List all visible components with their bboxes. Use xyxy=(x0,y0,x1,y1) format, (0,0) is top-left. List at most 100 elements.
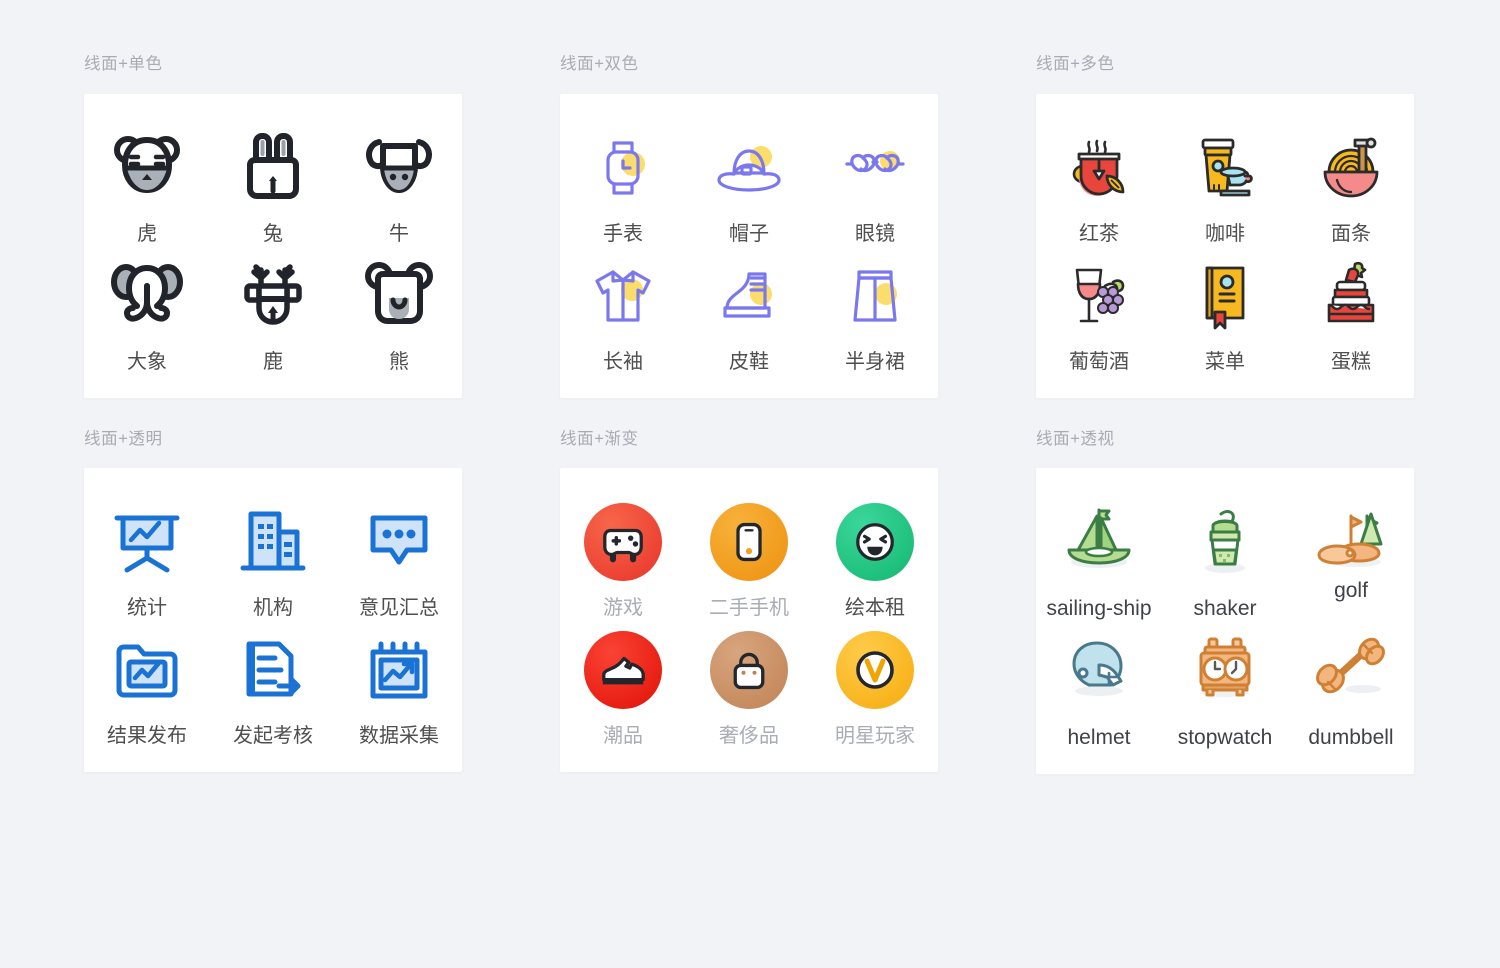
icon-card-transparent: 统计 机构 意见汇总 结果发布 发起考核 数据采集 xyxy=(84,468,462,772)
luxury-bag-icon xyxy=(710,618,788,722)
icon-card-gradient: 游戏 二手手机 绘本租 潮品 奢侈品 明星玩家 xyxy=(560,468,938,772)
icon-label: 帽子 xyxy=(729,222,769,245)
icon-label: 发起考核 xyxy=(233,725,313,747)
icon-cell-data-collect[interactable]: 数据采集 xyxy=(336,618,462,746)
icon-cell-feedback-summary[interactable]: 意见汇总 xyxy=(336,490,462,618)
section-label-monochrome: 线面+单色 xyxy=(84,55,163,73)
shirt-icon xyxy=(583,244,663,348)
dumbbell-icon xyxy=(1309,619,1393,723)
icon-label: 熊 xyxy=(389,350,409,373)
icon-label: 兔 xyxy=(263,222,283,245)
phone-icon xyxy=(710,490,788,594)
icon-label: 红茶 xyxy=(1079,222,1119,245)
icon-label: 潮品 xyxy=(603,725,643,747)
icon-label: 结果发布 xyxy=(107,725,187,747)
icon-label: 葡萄酒 xyxy=(1069,350,1129,373)
icon-cell-glasses[interactable]: 眼镜 xyxy=(812,116,938,244)
icon-label: 游戏 xyxy=(603,597,643,619)
icon-label: helmet xyxy=(1067,726,1131,749)
icon-cell-second-hand-phone[interactable]: 二手手机 xyxy=(686,490,812,618)
icon-cell-ox[interactable]: 牛 xyxy=(336,116,462,244)
icon-cell-organization[interactable]: 机构 xyxy=(210,490,336,618)
section-multicolor: 线面+多色 红茶 咖啡 面条 葡萄酒 菜单 蛋糕 xyxy=(1036,56,1414,398)
icon-label: 手表 xyxy=(603,222,643,245)
icon-cell-deer[interactable]: 鹿 xyxy=(210,244,336,372)
icon-cell-tiger[interactable]: 虎 xyxy=(84,116,210,244)
icon-cell-dumbbell[interactable]: dumbbell xyxy=(1288,619,1414,748)
icon-cell-golf[interactable]: golf xyxy=(1288,490,1414,619)
icon-cell-hat[interactable]: 帽子 xyxy=(686,116,812,244)
icon-style-board: 线面+单色 虎 兔 牛 大象 鹿 熊 线面+双色 手表 帽子 眼镜 长袖 皮鞋 … xyxy=(0,0,1500,968)
icon-cell-elephant[interactable]: 大象 xyxy=(84,244,210,372)
icon-label: 面条 xyxy=(1331,222,1371,245)
icon-cell-shirt[interactable]: 长袖 xyxy=(560,244,686,372)
section-gradient: 线面+渐变 游戏 二手手机 绘本租 潮品 奢侈品 明星玩家 xyxy=(560,429,938,775)
gamepad-icon xyxy=(584,490,662,594)
section-label-multicolor: 线面+多色 xyxy=(1036,55,1115,73)
cake-icon xyxy=(1311,244,1391,348)
icon-cell-stopwatch[interactable]: stopwatch xyxy=(1162,619,1288,748)
icon-label: 二手手机 xyxy=(709,597,789,619)
section-label-two-tone: 线面+双色 xyxy=(560,55,639,73)
watch-icon xyxy=(583,116,663,220)
icon-label: dumbbell xyxy=(1308,726,1394,749)
bear-icon xyxy=(359,244,439,348)
icon-label: 意见汇总 xyxy=(359,597,439,619)
coffee-icon xyxy=(1185,116,1265,220)
section-label-transparent: 线面+透明 xyxy=(84,429,163,448)
icon-label: 绘本租 xyxy=(845,597,905,619)
section-perspective: 线面+透视 sailing-ship shaker golf helmet st… xyxy=(1036,429,1414,774)
icon-cell-skirt[interactable]: 半身裙 xyxy=(812,244,938,372)
icon-label: 眼镜 xyxy=(855,222,895,245)
ox-icon xyxy=(359,116,439,220)
icon-label: 统计 xyxy=(127,597,167,619)
icon-label: 鹿 xyxy=(263,350,283,373)
section-two-tone: 线面+双色 手表 帽子 眼镜 长袖 皮鞋 半身裙 xyxy=(560,56,938,398)
icon-cell-luxury[interactable]: 奢侈品 xyxy=(686,618,812,746)
icon-cell-rabbit[interactable]: 兔 xyxy=(210,116,336,244)
icon-cell-black-tea[interactable]: 红茶 xyxy=(1036,116,1162,244)
icon-cell-wine[interactable]: 葡萄酒 xyxy=(1036,244,1162,372)
icon-cell-sailing-ship[interactable]: sailing-ship xyxy=(1036,490,1162,619)
boot-icon xyxy=(709,244,789,348)
feedback-summary-icon xyxy=(359,490,439,594)
icon-cell-noodles[interactable]: 面条 xyxy=(1288,116,1414,244)
icon-cell-shaker[interactable]: shaker xyxy=(1162,490,1288,619)
icon-cell-trendy-goods[interactable]: 潮品 xyxy=(560,618,686,746)
icon-card-multicolor: 红茶 咖啡 面条 葡萄酒 菜单 蛋糕 xyxy=(1036,93,1414,398)
section-label-perspective: 线面+透视 xyxy=(1036,429,1115,448)
icon-cell-result-publish[interactable]: 结果发布 xyxy=(84,618,210,746)
rabbit-icon xyxy=(233,116,313,220)
elephant-icon xyxy=(107,244,187,348)
section-label-gradient: 线面+渐变 xyxy=(560,429,639,448)
icon-cell-helmet[interactable]: helmet xyxy=(1036,619,1162,748)
icon-cell-game[interactable]: 游戏 xyxy=(560,490,686,618)
wine-icon xyxy=(1059,244,1139,348)
icon-card-monochrome: 虎 兔 牛 大象 鹿 熊 xyxy=(84,93,462,398)
icon-cell-bear[interactable]: 熊 xyxy=(336,244,462,372)
icon-cell-statistics[interactable]: 统计 xyxy=(84,490,210,618)
icon-label: shaker xyxy=(1193,597,1257,620)
icon-label: 数据采集 xyxy=(359,725,439,747)
icon-label: sailing-ship xyxy=(1046,597,1152,620)
icon-cell-star-player[interactable]: 明星玩家 xyxy=(812,618,938,746)
icon-card-perspective: sailing-ship shaker golf helmet stopwatc… xyxy=(1036,468,1414,774)
icon-label: 半身裙 xyxy=(845,350,905,373)
sailing-ship-icon xyxy=(1057,490,1141,594)
noodles-icon xyxy=(1311,116,1391,220)
sneaker-icon xyxy=(584,618,662,722)
black-tea-icon xyxy=(1059,116,1139,220)
shaker-icon xyxy=(1183,490,1267,594)
icon-cell-start-review[interactable]: 发起考核 xyxy=(210,618,336,746)
icon-cell-boot[interactable]: 皮鞋 xyxy=(686,244,812,372)
icon-cell-cake[interactable]: 蛋糕 xyxy=(1288,244,1414,372)
icon-cell-picture-book-rent[interactable]: 绘本租 xyxy=(812,490,938,618)
icon-cell-menu-book[interactable]: 菜单 xyxy=(1162,244,1288,372)
icon-cell-watch[interactable]: 手表 xyxy=(560,116,686,244)
organization-icon xyxy=(233,490,313,594)
icon-label: 蛋糕 xyxy=(1331,350,1371,373)
icon-label: 明星玩家 xyxy=(835,725,915,747)
icon-label: 机构 xyxy=(253,597,293,619)
icon-cell-coffee[interactable]: 咖啡 xyxy=(1162,116,1288,244)
tiger-icon xyxy=(107,116,187,220)
